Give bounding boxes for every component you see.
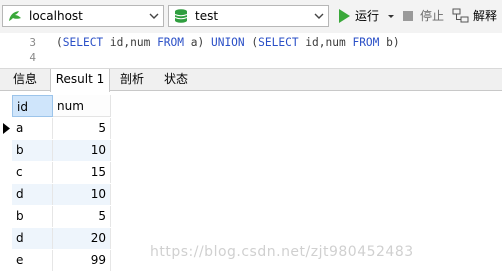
stop-icon <box>403 11 413 21</box>
table-row[interactable]: b 10 <box>0 140 112 161</box>
cell-num[interactable]: 5 <box>53 118 111 139</box>
cell-num[interactable]: 99 <box>53 250 111 271</box>
line-number: 3 <box>29 36 36 49</box>
cell-num[interactable]: 15 <box>53 162 111 183</box>
result-tabs: 信息 Result 1 剖析 状态 <box>0 68 502 92</box>
sql-code-line: (SELECT id,num FROM a) UNION (SELECT id,… <box>56 36 400 49</box>
cell-num[interactable]: 10 <box>53 184 111 205</box>
watermark: https://blog.csdn.net/zjt980452483 <box>150 244 414 260</box>
tab-result-1[interactable]: Result 1 <box>50 69 110 92</box>
column-header-id[interactable]: id <box>12 95 53 117</box>
play-icon <box>339 9 350 23</box>
stop-label: 停止 <box>420 9 445 23</box>
stop-button[interactable]: 停止 <box>401 8 447 26</box>
cell-id[interactable]: b <box>12 140 53 161</box>
connection-select[interactable]: localhost <box>2 5 164 27</box>
table-row[interactable]: e 99 <box>0 250 112 271</box>
database-icon <box>174 9 188 23</box>
cell-id[interactable]: b <box>12 206 53 227</box>
line-number: 4 <box>29 51 36 64</box>
cell-id[interactable]: e <box>12 250 53 271</box>
explain-icon <box>452 8 469 23</box>
cell-id[interactable]: d <box>12 228 53 249</box>
cell-id[interactable]: c <box>12 162 53 183</box>
chevron-down-icon <box>314 13 324 19</box>
database-select[interactable]: test <box>168 5 329 27</box>
current-row-indicator-icon <box>3 123 10 134</box>
cell-id[interactable]: d <box>12 184 53 205</box>
run-button[interactable]: 运行 <box>337 8 397 26</box>
table-row[interactable]: c 15 <box>0 162 112 183</box>
run-dropdown-icon <box>388 15 394 18</box>
table-row[interactable]: d 10 <box>0 184 112 205</box>
table-row[interactable]: b 5 <box>0 206 112 227</box>
sql-editor[interactable]: 3 4 (SELECT id,num FROM a) UNION (SELECT… <box>0 33 502 69</box>
cell-num[interactable]: 20 <box>53 228 111 249</box>
tab-status[interactable]: 状态 <box>154 69 198 91</box>
cell-num[interactable]: 5 <box>53 206 111 227</box>
tab-profile[interactable]: 剖析 <box>110 69 154 91</box>
table-row[interactable]: a 5 <box>0 118 112 139</box>
explain-button[interactable]: 解释 <box>452 8 500 26</box>
connection-icon <box>9 11 21 21</box>
table-row[interactable]: d 20 <box>0 228 112 249</box>
run-label: 运行 <box>355 9 380 23</box>
tab-info[interactable]: 信息 <box>0 69 50 91</box>
column-header-num[interactable]: num <box>53 95 111 117</box>
connection-value: localhost <box>29 9 83 23</box>
chevron-down-icon <box>149 13 159 19</box>
cell-id[interactable]: a <box>12 118 53 139</box>
database-value: test <box>195 9 219 23</box>
grid-header: id num <box>0 95 112 117</box>
toolbar: localhost test 运行 停止 解释 <box>0 0 502 34</box>
explain-label: 解释 <box>473 9 498 23</box>
cell-num[interactable]: 10 <box>53 140 111 161</box>
